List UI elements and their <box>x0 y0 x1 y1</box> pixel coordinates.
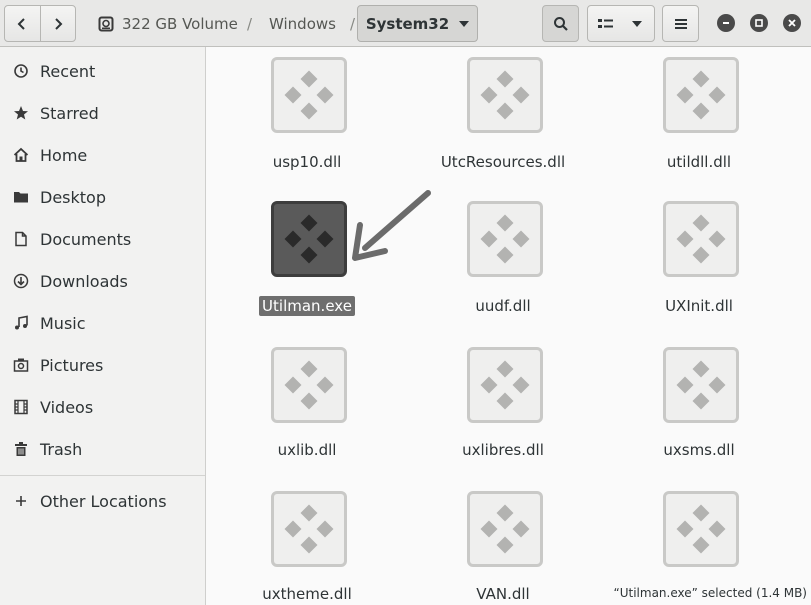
file-grid: usp10.dll UtcResources.dll utildll.dll U… <box>207 47 811 605</box>
document-icon <box>12 230 30 248</box>
close-icon <box>788 19 796 27</box>
sidebar-item-label: Trash <box>40 439 83 459</box>
back-button[interactable] <box>5 6 40 41</box>
sidebar-item-label: Videos <box>40 397 94 417</box>
maximize-button[interactable] <box>750 14 768 32</box>
sidebar-item-label: Pictures <box>40 355 104 375</box>
annotation-arrow-icon <box>352 190 431 261</box>
hamburger-menu-icon <box>674 18 687 29</box>
breadcrumb-windows[interactable]: Windows <box>269 5 336 42</box>
header-bar: 322 GB Volume / Windows / System32 <box>0 0 811 47</box>
minimize-button[interactable] <box>717 14 735 32</box>
sidebar-item-home[interactable]: Home <box>0 135 205 175</box>
sidebar-item-videos[interactable]: Videos <box>0 387 205 427</box>
star-icon <box>12 104 30 122</box>
caret-down-icon <box>632 20 642 27</box>
drive-icon <box>98 16 114 31</box>
chevron-left-icon <box>17 17 25 30</box>
close-button[interactable] <box>783 14 801 32</box>
forward-button[interactable] <box>39 6 76 41</box>
trash-icon <box>12 440 30 458</box>
sidebar-item-starred[interactable]: Starred <box>0 93 205 133</box>
folder-icon <box>12 188 30 206</box>
video-icon <box>12 398 30 416</box>
breadcrumb-current-label: System32 <box>365 14 450 33</box>
sidebar-item-label: Downloads <box>40 271 128 291</box>
breadcrumb-windows-label: Windows <box>269 14 336 33</box>
menu-button[interactable] <box>662 5 699 42</box>
list-view-icon <box>598 18 613 28</box>
sidebar-item-music[interactable]: Music <box>0 303 205 343</box>
sidebar-item-label: Home <box>40 145 88 165</box>
plus-icon <box>12 492 30 510</box>
search-button[interactable] <box>542 5 579 42</box>
breadcrumb-separator: / <box>247 14 253 33</box>
breadcrumb-drive-label: 322 GB Volume <box>122 14 238 33</box>
breadcrumb-drive[interactable]: 322 GB Volume <box>98 5 238 42</box>
minimize-icon <box>723 22 729 24</box>
sidebar: Recent Starred Home Desktop Documents Do… <box>0 47 206 605</box>
music-icon <box>12 314 30 332</box>
sidebar-divider <box>0 475 205 476</box>
sidebar-item-label: Other Locations <box>40 491 167 511</box>
picture-icon <box>12 356 30 374</box>
sidebar-item-desktop[interactable]: Desktop <box>0 177 205 217</box>
sidebar-item-trash[interactable]: Trash <box>0 429 205 469</box>
sidebar-item-pictures[interactable]: Pictures <box>0 345 205 385</box>
sidebar-item-recent[interactable]: Recent <box>0 51 205 91</box>
maximize-icon <box>755 19 763 27</box>
sidebar-item-label: Recent <box>40 61 96 81</box>
sidebar-item-label: Documents <box>40 229 132 249</box>
caret-down-icon <box>459 20 470 27</box>
search-icon <box>553 16 568 31</box>
sidebar-item-downloads[interactable]: Downloads <box>0 261 205 301</box>
breadcrumb-current[interactable]: System32 <box>357 5 478 42</box>
sidebar-item-documents[interactable]: Documents <box>0 219 205 259</box>
breadcrumb-separator: / <box>350 14 356 33</box>
sidebar-item-label: Desktop <box>40 187 106 207</box>
home-icon <box>12 146 30 164</box>
navigation-buttons <box>4 5 76 42</box>
status-bar: “Utilman.exe” selected (1.4 MB) <box>597 583 807 603</box>
sidebar-item-other-locations[interactable]: Other Locations <box>0 481 205 521</box>
sidebar-item-label: Starred <box>40 103 99 123</box>
clock-icon <box>12 62 30 80</box>
chevron-right-icon <box>55 17 63 30</box>
sidebar-item-label: Music <box>40 313 86 333</box>
download-icon <box>12 272 30 290</box>
view-options-button[interactable] <box>587 5 655 42</box>
